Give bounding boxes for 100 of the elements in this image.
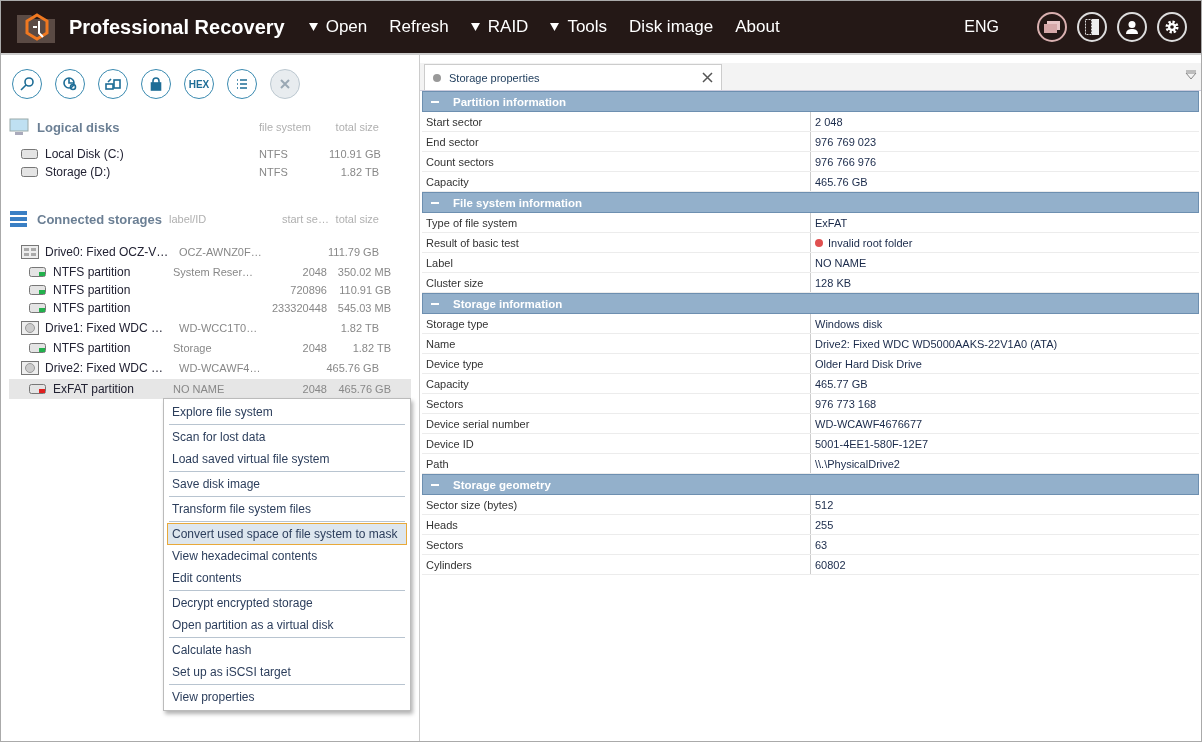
menu-item[interactable]: Load saved virtual file system [167, 448, 407, 470]
menu-item[interactable]: Convert used space of file system to mask [167, 523, 407, 545]
property-value: 976 773 168 [815, 397, 877, 410]
section-title: Connected storages [37, 211, 162, 227]
close-icon[interactable] [702, 72, 713, 83]
drive-name[interactable]: Drive2: Fixed WDC … [45, 361, 163, 375]
table-cell-text: NO NAME [173, 383, 226, 395]
menu-item[interactable]: Scan for lost data [167, 426, 407, 448]
property-name: Capacity [425, 174, 470, 190]
property-name: Capacity [425, 376, 470, 392]
column-header: total size [334, 213, 379, 225]
menu-item[interactable]: Disk image [629, 17, 714, 37]
property-name: Sectors [425, 537, 465, 553]
table-cell-text: 720896 [289, 284, 327, 296]
property-value: ExFAT [815, 216, 848, 229]
user-icon [1125, 20, 1139, 34]
toolbar-button[interactable] [227, 69, 257, 99]
disk-name[interactable]: Storage (D:) [45, 165, 111, 179]
menu-item[interactable]: View hexadecimal contents [167, 545, 407, 567]
partition-name[interactable]: ExFAT partition [53, 382, 134, 396]
table-cell-text: WD-WCAWF4… [179, 362, 262, 374]
property-value: 465.77 GB [815, 377, 868, 390]
property-name: Device serial number [425, 416, 531, 432]
property-value: 976 769 023 [815, 135, 877, 148]
hard-drive-icon [21, 361, 39, 375]
property-name: Sector size (bytes) [425, 497, 519, 513]
panel-icon [1085, 19, 1099, 35]
property-name: End sector [425, 134, 480, 150]
tab[interactable]: Storage properties [424, 64, 722, 90]
property-value: 63 [815, 538, 828, 551]
app-title: Professional Recovery [69, 15, 285, 39]
drive-name[interactable]: Drive0: Fixed OCZ-V… [45, 245, 169, 259]
menu-item[interactable]: Explore file system [167, 401, 407, 423]
ssd-icon [21, 245, 39, 259]
menu-item[interactable]: Open [308, 17, 368, 37]
monitor-icon [9, 118, 29, 136]
menu-item[interactable]: Edit contents [167, 567, 407, 589]
partition-name[interactable]: NTFS partition [53, 283, 131, 297]
search-icon [19, 76, 35, 92]
menu-item[interactable]: Transform file system files [167, 498, 407, 520]
table-cell-text: 1.82 TB [339, 166, 379, 178]
property-value: 255 [815, 518, 834, 531]
toolbar-button[interactable] [141, 69, 171, 99]
windows-button[interactable] [1037, 12, 1067, 42]
menu-item[interactable]: Set up as iSCSI target [167, 661, 407, 683]
hex-button[interactable]: HEX [184, 69, 214, 99]
column-header: file system [259, 121, 312, 133]
lock-icon [148, 76, 164, 92]
table-cell-text: 545.03 MB [336, 302, 391, 314]
table-cell-text: 110.91 GB [338, 284, 391, 296]
table-cell-text: 2048 [301, 383, 327, 395]
property-name: Start sector [425, 114, 484, 130]
hard-drive-icon [21, 321, 39, 335]
partition-name[interactable]: NTFS partition [53, 341, 131, 355]
menu-item[interactable]: RAID [470, 17, 529, 37]
property-value: 465.76 GB [815, 175, 868, 188]
language-selector[interactable]: ENG [964, 18, 999, 36]
property-name: Cluster size [425, 275, 485, 291]
property-name: Type of file system [425, 215, 519, 231]
menu-item[interactable]: Refresh [389, 17, 449, 37]
toolbar-button[interactable] [98, 69, 128, 99]
drive-name[interactable]: Drive1: Fixed WDC … [45, 321, 163, 335]
windows-icon [1044, 21, 1060, 33]
menu-item[interactable]: Tools [550, 17, 608, 37]
selected-row[interactable]: ExFAT partition NO NAME 2048 465.76 GB [9, 379, 411, 399]
panel-button[interactable] [1077, 12, 1107, 42]
disk-name[interactable]: Local Disk (C:) [45, 147, 124, 161]
property-value: Invalid root folder [828, 236, 913, 249]
table-cell-text: 350.02 MB [336, 266, 391, 278]
partition-name[interactable]: NTFS partition [53, 301, 131, 315]
pie-chart-icon [62, 76, 78, 92]
settings-button[interactable] [1157, 12, 1187, 42]
table-cell-text: System Reser… [173, 266, 255, 278]
table-cell-text: 465.76 GB [325, 362, 379, 374]
menu-item[interactable]: Open partition as a virtual disk [167, 614, 407, 636]
toolbar-button[interactable] [55, 69, 85, 99]
property-value: 2 048 [815, 115, 843, 128]
dropdown-icon[interactable] [1185, 70, 1197, 80]
menu-item[interactable]: About [735, 17, 780, 37]
toolbar-button[interactable] [12, 69, 42, 99]
property-name: Heads [425, 517, 459, 533]
table-cell-text: 465.76 GB [337, 383, 391, 395]
property-name: Label [425, 255, 454, 271]
caret-icon [308, 23, 318, 31]
menu-item[interactable]: View properties [167, 686, 407, 708]
property-name: Cylinders [425, 557, 473, 573]
table-cell-text: OCZ-AWNZ0F… [179, 246, 263, 258]
property-value: NO NAME [815, 256, 867, 269]
menu-item[interactable]: Save disk image [167, 473, 407, 495]
menu-item[interactable]: Decrypt encrypted storage [167, 592, 407, 614]
property-value: Drive2: Fixed WDC WD5000AAKS-22V1A0 (ATA) [815, 337, 1058, 350]
column-header: start se… [280, 213, 329, 225]
disk-transfer-icon [105, 76, 121, 92]
property-value: Windows disk [815, 317, 883, 330]
partition-name[interactable]: NTFS partition [53, 265, 131, 279]
property-name: Count sectors [425, 154, 495, 170]
property-value: 5001-4EE1-580F-12E7 [815, 437, 929, 450]
user-button[interactable] [1117, 12, 1147, 42]
list-icon [234, 76, 250, 92]
menu-item[interactable]: Calculate hash [167, 639, 407, 661]
